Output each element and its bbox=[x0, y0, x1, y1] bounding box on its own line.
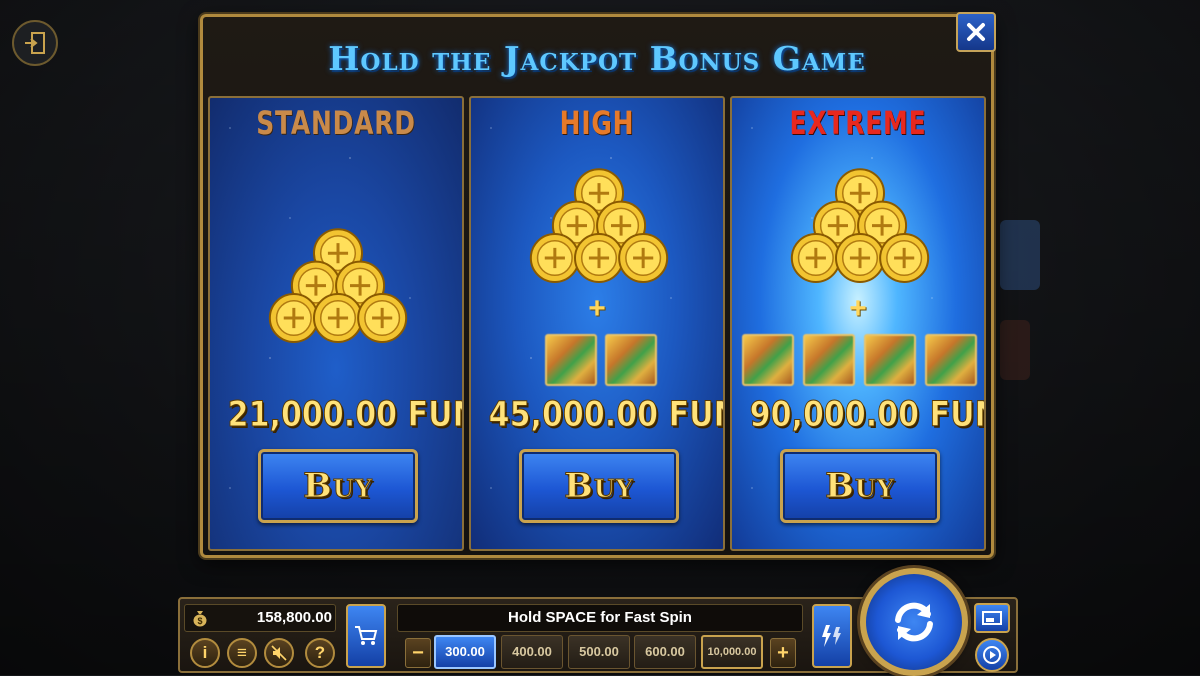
gold-coin bbox=[618, 233, 669, 283]
sound-off-icon bbox=[271, 645, 287, 661]
fast-spin-hint: Hold SPACE for Fast Spin bbox=[397, 604, 803, 632]
bet-option[interactable]: 600.00 bbox=[634, 635, 696, 669]
coin-pyramid-icon bbox=[529, 168, 669, 283]
info-icon: i bbox=[202, 643, 208, 662]
exit-button[interactable] bbox=[12, 20, 58, 66]
help-button[interactable]: ? bbox=[305, 638, 335, 668]
close-x-icon bbox=[967, 23, 985, 41]
gold-coin bbox=[268, 293, 319, 343]
close-button[interactable] bbox=[956, 12, 996, 52]
bonus-symbol bbox=[545, 334, 597, 386]
tier-price: 90,000.00 FUN bbox=[749, 395, 986, 436]
cart-icon bbox=[355, 626, 378, 645]
menu-icon: ≡ bbox=[237, 643, 247, 662]
bet-option[interactable]: 10,000.00 bbox=[701, 635, 763, 669]
plus-sign: + bbox=[849, 292, 867, 325]
background-game-panel bbox=[1000, 220, 1040, 290]
buy-extreme-button[interactable]: Buy bbox=[780, 449, 940, 523]
buy-bonus-button[interactable] bbox=[346, 604, 386, 668]
buy-label: Buy bbox=[825, 466, 895, 507]
bet-option[interactable]: 300.00 bbox=[434, 635, 496, 669]
tier-price: 45,000.00 FUN bbox=[488, 395, 725, 436]
sound-button[interactable] bbox=[264, 638, 294, 668]
background-game-panel bbox=[1000, 320, 1030, 380]
bonus-symbol bbox=[925, 334, 977, 386]
menu-button[interactable]: ≡ bbox=[227, 638, 257, 668]
screen-button[interactable] bbox=[974, 603, 1010, 633]
lightning-icon bbox=[822, 625, 841, 647]
bonus-symbol bbox=[864, 334, 916, 386]
tier-panel-standard: STANDARD 21,000.00 FUN Buy bbox=[208, 96, 464, 551]
info-button[interactable]: i bbox=[190, 638, 220, 668]
spin-arrows-icon bbox=[895, 602, 933, 642]
buy-label: Buy bbox=[564, 466, 634, 507]
gold-coin bbox=[313, 293, 363, 343]
tier-panel-extreme: EXTREME + 90,000.00 FUN Buy bbox=[730, 96, 986, 551]
bonus-symbol bbox=[742, 334, 794, 386]
turbo-button[interactable] bbox=[812, 604, 852, 668]
tier-panel-high: HIGH + 45,000.00 FUN Buy bbox=[469, 96, 725, 551]
help-icon: ? bbox=[314, 643, 326, 662]
bet-option[interactable]: 400.00 bbox=[501, 635, 563, 669]
gold-coin bbox=[835, 233, 885, 283]
svg-text:$: $ bbox=[197, 616, 202, 626]
autoplay-icon bbox=[983, 646, 1001, 664]
buy-high-button[interactable]: Buy bbox=[519, 449, 679, 523]
bet-increase-button[interactable]: + bbox=[770, 638, 796, 668]
exit-door-icon bbox=[25, 32, 45, 54]
money-bag-icon: $ bbox=[193, 611, 207, 627]
bet-decrease-button[interactable]: − bbox=[405, 638, 431, 668]
autoplay-button[interactable] bbox=[975, 638, 1009, 672]
spin-button[interactable] bbox=[860, 568, 968, 676]
coin-pyramid-icon bbox=[268, 228, 408, 343]
buy-standard-button[interactable]: Buy bbox=[258, 449, 418, 523]
screen-icon bbox=[982, 611, 1002, 625]
gold-coin bbox=[879, 233, 930, 283]
gold-coin bbox=[529, 233, 580, 283]
bet-option[interactable]: 500.00 bbox=[568, 635, 630, 669]
tier-price: 21,000.00 FUN bbox=[227, 395, 464, 436]
modal-title: Hold the Jackpot Bonus Game bbox=[328, 39, 866, 78]
gold-coin bbox=[790, 233, 841, 283]
balance-value: 158,800.00 bbox=[256, 609, 332, 626]
gold-coin bbox=[574, 233, 624, 283]
gold-coin bbox=[357, 293, 408, 343]
plus-sign: + bbox=[588, 292, 606, 325]
buy-label: Buy bbox=[303, 466, 373, 507]
bonus-symbol bbox=[803, 334, 855, 386]
bonus-symbol bbox=[605, 334, 657, 386]
